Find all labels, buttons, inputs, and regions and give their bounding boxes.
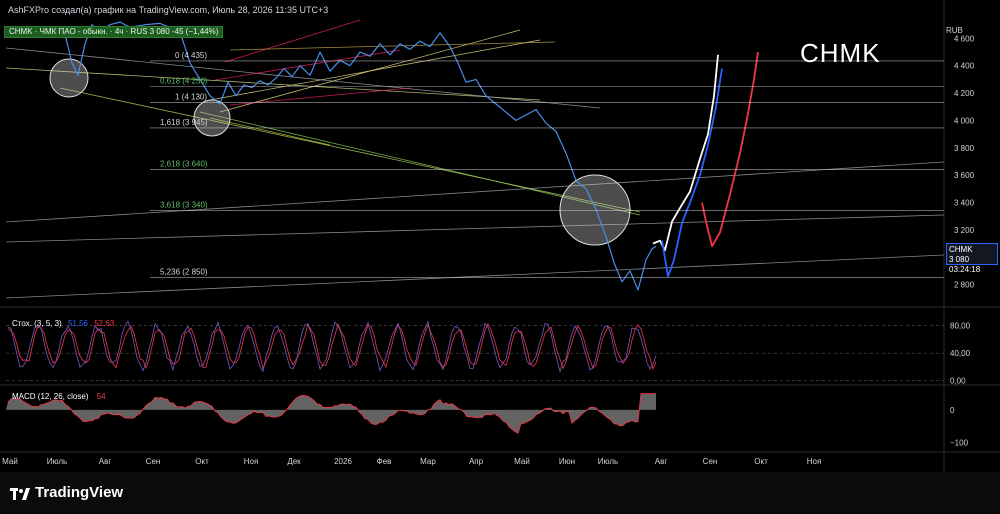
stoch-k-line[interactable] — [7, 320, 657, 374]
chart-svg[interactable]: 2 8003 0003 2003 4003 6003 8004 0004 200… — [0, 0, 1000, 472]
stoch-legend[interactable]: Стох. (3, 5, 3) 51,56 52,63 — [12, 319, 114, 328]
trend-line[interactable] — [224, 19, 361, 63]
time-tick-label: Июль — [598, 457, 618, 466]
stoch-k-value: 51,56 — [67, 319, 88, 328]
price-tag-price: 3 080 — [949, 255, 970, 264]
highlight-circle[interactable] — [49, 58, 89, 98]
stoch-d-value: 52,63 — [94, 319, 115, 328]
stoch-tick-label: 40,00 — [950, 349, 971, 358]
fib-level-label: 3,618 (3 340) — [160, 201, 208, 210]
time-tick-label: 2026 — [334, 457, 352, 466]
time-tick-label: Дек — [287, 457, 301, 466]
stoch-label: Стох. (3, 5, 3) — [12, 319, 62, 328]
time-tick-label: Мар — [420, 457, 436, 466]
tradingview-icon — [10, 487, 30, 501]
trend-line[interactable] — [219, 29, 521, 113]
highlight-circle[interactable] — [559, 174, 631, 246]
fib-level-label: 1,618 (3 945) — [160, 118, 208, 127]
fib-level-label: 2,618 (3 640) — [160, 160, 208, 169]
time-tick-label: Авг — [99, 457, 112, 466]
fib-level-label: 5,236 (2 850) — [160, 268, 208, 277]
macd-legend[interactable]: MACD (12, 26, close) 54 — [12, 392, 106, 401]
time-tick-label: Ноя — [807, 457, 822, 466]
fib-level-label: 1 (4 130) — [175, 93, 207, 102]
fib-level-label: 0 (4 435) — [175, 51, 207, 60]
time-tick-label: Май — [514, 457, 530, 466]
brand-text: TradingView — [35, 484, 124, 501]
trend-line[interactable] — [5, 47, 601, 109]
price-tick-label: 2 800 — [954, 280, 975, 289]
macd-label: MACD (12, 26, close) — [12, 392, 89, 401]
projection-red[interactable] — [701, 51, 759, 248]
footer-bar: TradingView — [0, 472, 1000, 514]
macd-tick-label: 0 — [950, 406, 955, 415]
time-tick-label: Ноя — [244, 457, 259, 466]
price-tag-timer: 03:24:18 — [949, 265, 981, 274]
chart-header: AshFXPro создал(а) график на TradingView… — [8, 5, 329, 15]
stoch-tick-label: 80,00 — [950, 322, 971, 331]
price-tag-symbol: CHMK — [949, 245, 973, 254]
time-tick-label: Окт — [195, 457, 209, 466]
trend-line[interactable] — [5, 254, 945, 299]
price-tick-label: 4 000 — [954, 116, 975, 125]
price-tick-label: 3 600 — [954, 171, 975, 180]
time-tick-label: Авг — [655, 457, 668, 466]
stoch-d-line[interactable] — [7, 322, 657, 371]
price-tick-label: 4 400 — [954, 62, 975, 71]
macd-tick-label: −100 — [950, 438, 969, 447]
time-tick-label: Сен — [146, 457, 161, 466]
price-tick-label: 3 200 — [954, 226, 975, 235]
macd-value: 54 — [96, 392, 106, 401]
time-tick-label: Июн — [559, 457, 575, 466]
price-tick-label: 4 200 — [954, 89, 975, 98]
chart-annotation-title: CHMK — [800, 38, 881, 68]
projection-white[interactable] — [652, 54, 719, 252]
price-tick-label: 4 600 — [954, 34, 975, 43]
trend-line[interactable] — [214, 49, 401, 81]
time-tick-label: Фев — [377, 457, 392, 466]
time-tick-label: Июль — [47, 457, 67, 466]
trend-line[interactable] — [5, 214, 945, 243]
time-tick-label: Окт — [754, 457, 768, 466]
tradingview-logo[interactable]: TradingView — [10, 484, 123, 501]
fib-level-label: 0,618 (4 250) — [160, 76, 208, 85]
time-tick-label: Май — [2, 457, 18, 466]
stoch-tick-label: 0,00 — [950, 377, 966, 386]
price-tick-label: 3 800 — [954, 144, 975, 153]
chart-window: 2 8003 0003 2003 4003 6003 8004 0004 200… — [0, 0, 1000, 514]
currency-label: RUB — [946, 26, 963, 35]
time-tick-label: Апр — [469, 457, 484, 466]
symbol-legend[interactable]: CHMK · ЧМК ПАО - обыкн. · 4ч · RUS 3 080… — [4, 26, 224, 38]
last-price-tag: CHMK 3 080 03:24:18 — [946, 243, 998, 274]
price-tick-label: 3 400 — [954, 198, 975, 207]
trend-line[interactable] — [5, 161, 945, 223]
trend-line[interactable] — [59, 87, 641, 213]
time-tick-label: Сен — [703, 457, 718, 466]
